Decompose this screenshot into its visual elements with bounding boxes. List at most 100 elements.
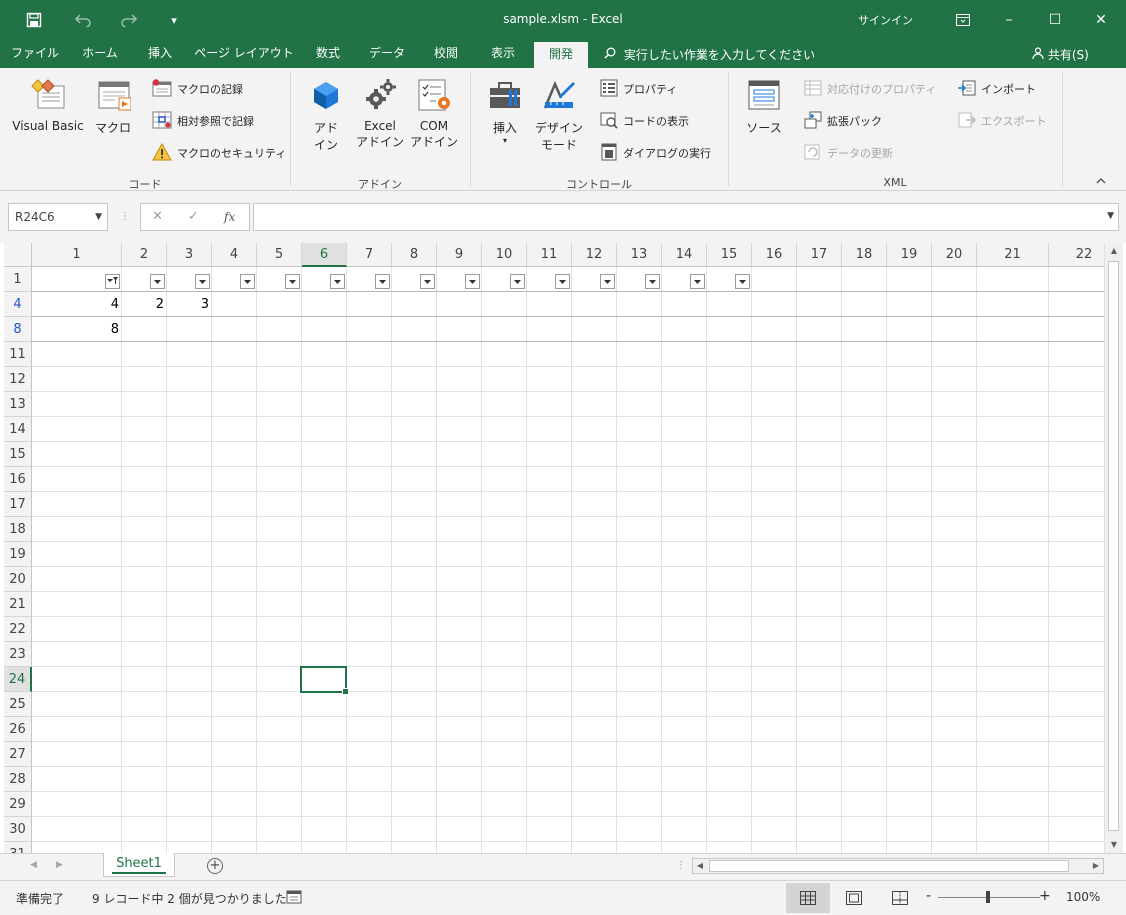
- formula-input[interactable]: ▼: [253, 203, 1119, 231]
- macros-button[interactable]: マクロ: [90, 78, 136, 136]
- addins-button[interactable]: アド イン: [306, 78, 346, 153]
- dropdown-arrow-icon[interactable]: [465, 274, 480, 289]
- row-header[interactable]: 21: [4, 592, 32, 617]
- row-header[interactable]: 25: [4, 692, 32, 717]
- vertical-scroll-thumb[interactable]: [1108, 261, 1119, 831]
- row-header[interactable]: 13: [4, 392, 32, 417]
- column-header[interactable]: 19: [887, 243, 932, 267]
- tab-developer[interactable]: 開発: [534, 42, 588, 68]
- dropdown-arrow-icon[interactable]: [510, 274, 525, 289]
- column-header[interactable]: 1: [32, 243, 122, 267]
- dropdown-arrow-icon[interactable]: [285, 274, 300, 289]
- share-button[interactable]: 共有(S): [1032, 46, 1089, 63]
- column-header[interactable]: 16: [752, 243, 797, 267]
- dropdown-arrow-icon[interactable]: [240, 274, 255, 289]
- page-break-preview-icon[interactable]: [878, 883, 922, 913]
- enter-icon[interactable]: ✓: [188, 203, 199, 231]
- record-macro-button[interactable]: マクロの記録: [152, 78, 243, 100]
- column-header[interactable]: 3: [167, 243, 212, 267]
- row-header[interactable]: 11: [4, 342, 32, 367]
- tell-me-box[interactable]: 実行したい作業を入力してください: [604, 46, 815, 63]
- column-header[interactable]: 2: [122, 243, 167, 267]
- tab-data[interactable]: データ: [360, 40, 414, 68]
- column-header[interactable]: 13: [617, 243, 662, 267]
- row-header[interactable]: 28: [4, 767, 32, 792]
- scroll-left-icon[interactable]: ◀: [693, 859, 707, 873]
- row-header[interactable]: 18: [4, 517, 32, 542]
- export-button[interactable]: エクスポート: [958, 110, 1047, 132]
- column-header[interactable]: 8: [392, 243, 437, 267]
- dropdown-arrow-icon[interactable]: [690, 274, 705, 289]
- column-header[interactable]: 20: [932, 243, 977, 267]
- zoom-in-button[interactable]: +: [1039, 888, 1051, 904]
- sheet-tab-active[interactable]: Sheet1: [103, 853, 175, 877]
- scroll-up-icon[interactable]: ▲: [1105, 243, 1123, 259]
- column-header[interactable]: 21: [977, 243, 1049, 267]
- macro-recording-icon[interactable]: [286, 889, 302, 908]
- row-header[interactable]: 17: [4, 492, 32, 517]
- row-header[interactable]: 30: [4, 817, 32, 842]
- column-header[interactable]: 17: [797, 243, 842, 267]
- tab-review[interactable]: 校閲: [422, 40, 470, 68]
- row-header[interactable]: 1: [4, 267, 32, 292]
- column-header[interactable]: 15: [707, 243, 752, 267]
- ribbon-display-icon[interactable]: [940, 0, 986, 40]
- dropdown-arrow-icon[interactable]: [645, 274, 660, 289]
- import-button[interactable]: インポート: [958, 78, 1036, 100]
- tab-view[interactable]: 表示: [480, 40, 526, 68]
- cell-r4c2[interactable]: 2: [122, 293, 164, 317]
- insert-controls-button[interactable]: 挿入 ▾: [484, 78, 526, 145]
- sheet-nav-next-icon[interactable]: ▶: [56, 860, 63, 870]
- visual-basic-button[interactable]: Visual Basic: [10, 78, 86, 133]
- row-header[interactable]: 12: [4, 367, 32, 392]
- row-header[interactable]: 16: [4, 467, 32, 492]
- select-all-corner[interactable]: [4, 243, 32, 267]
- tab-page-layout[interactable]: ページ レイアウト: [194, 40, 294, 68]
- name-box[interactable]: R24C6 ▼: [8, 203, 108, 231]
- excel-addins-button[interactable]: Excel アドイン: [356, 78, 404, 150]
- minimize-button[interactable]: –: [986, 0, 1032, 40]
- filter-funnel-icon[interactable]: [105, 274, 120, 289]
- dropdown-arrow-icon[interactable]: [555, 274, 570, 289]
- dropdown-arrow-icon[interactable]: [600, 274, 615, 289]
- run-dialog-button[interactable]: ダイアログの実行: [600, 142, 711, 164]
- row-header[interactable]: 26: [4, 717, 32, 742]
- zoom-level[interactable]: 100%: [1066, 890, 1100, 904]
- zoom-out-button[interactable]: -: [926, 888, 931, 904]
- cell-r4c1[interactable]: 4: [32, 293, 119, 317]
- cell-r4c3[interactable]: 3: [167, 293, 209, 317]
- add-sheet-icon[interactable]: +: [207, 858, 223, 874]
- row-header[interactable]: 8: [4, 317, 32, 342]
- column-header[interactable]: 6: [302, 243, 347, 267]
- row-header[interactable]: 15: [4, 442, 32, 467]
- expand-formula-bar-icon[interactable]: ▼: [1107, 211, 1114, 221]
- row-header[interactable]: 29: [4, 792, 32, 817]
- column-header[interactable]: 10: [482, 243, 527, 267]
- vertical-scrollbar[interactable]: ▲ ▼: [1104, 243, 1123, 853]
- xml-source-button[interactable]: ソース: [742, 78, 786, 136]
- tab-formulas[interactable]: 数式: [304, 40, 352, 68]
- dropdown-arrow-icon[interactable]: [195, 274, 210, 289]
- macro-security-button[interactable]: マクロのセキュリティ: [152, 142, 286, 164]
- column-header[interactable]: 9: [437, 243, 482, 267]
- row-header[interactable]: 24: [4, 667, 32, 692]
- row-header[interactable]: 19: [4, 542, 32, 567]
- worksheet-grid[interactable]: 1 2 3 4 5 6 7 8 9 10 11 12 13 14 15 16 17 18 19 20 21 22 1481…: [0, 243, 1126, 853]
- close-button[interactable]: ✕: [1078, 0, 1124, 40]
- column-header[interactable]: 7: [347, 243, 392, 267]
- fill-handle[interactable]: [342, 688, 349, 695]
- normal-view-icon[interactable]: [786, 883, 830, 913]
- cancel-icon[interactable]: ✕: [152, 203, 163, 231]
- page-layout-view-icon[interactable]: [832, 883, 876, 913]
- horizontal-scrollbar[interactable]: ◀ ▶: [692, 858, 1104, 874]
- horizontal-scroll-thumb[interactable]: [709, 860, 1069, 872]
- row-header[interactable]: 4: [4, 292, 32, 317]
- map-properties-button[interactable]: 対応付けのプロパティ: [804, 78, 936, 100]
- scroll-down-icon[interactable]: ▼: [1105, 837, 1123, 853]
- dropdown-arrow-icon[interactable]: [420, 274, 435, 289]
- tab-file[interactable]: ファイル: [8, 40, 62, 68]
- dropdown-arrow-icon[interactable]: [735, 274, 750, 289]
- dropdown-arrow-icon[interactable]: [330, 274, 345, 289]
- relative-references-button[interactable]: 相対参照で記録: [152, 110, 254, 132]
- sheet-nav-prev-icon[interactable]: ◀: [30, 860, 37, 870]
